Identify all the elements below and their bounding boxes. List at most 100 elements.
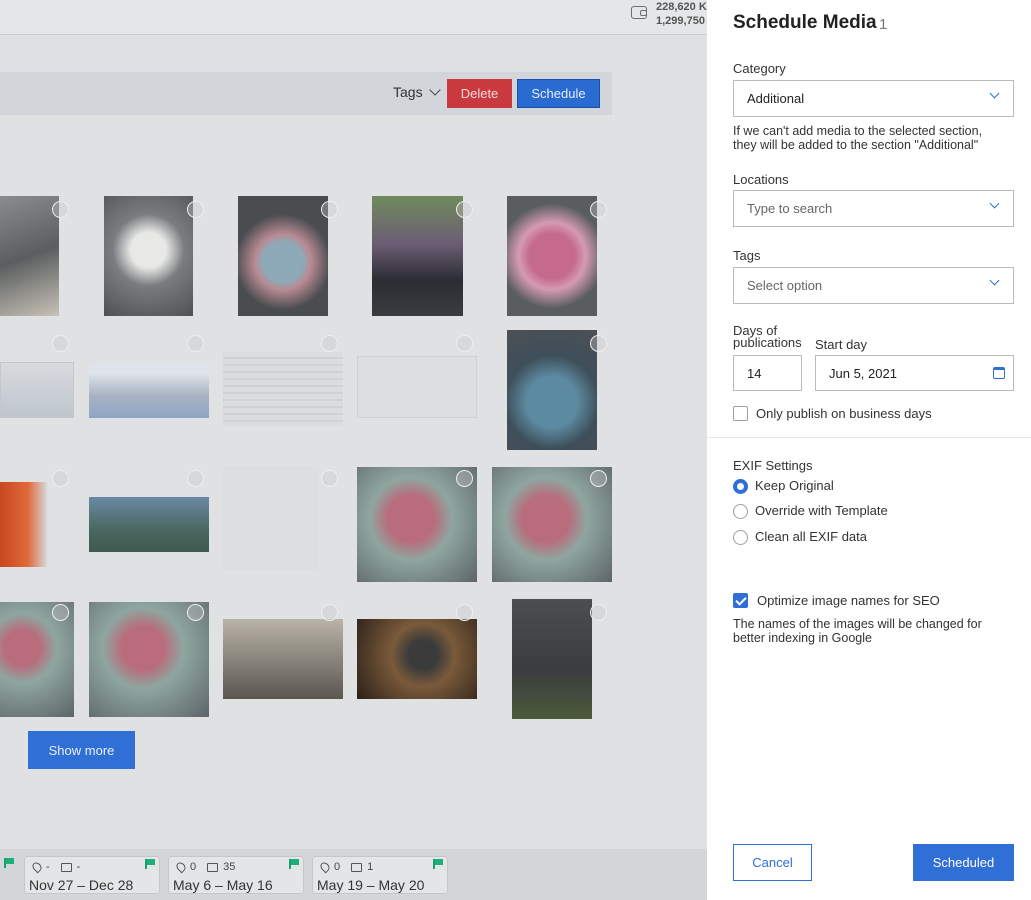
seo-label: Optimize image names for SEO: [757, 593, 940, 608]
image-count: 35: [223, 861, 236, 873]
exif-option-label: Override with Template: [755, 503, 888, 518]
start-day-input[interactable]: Jun 5, 2021: [815, 355, 1014, 391]
seo-checkbox[interactable]: [733, 593, 748, 608]
exif-option-label: Keep Original: [755, 478, 834, 493]
date-range: May 6 – May 16: [173, 877, 273, 893]
timeline-card[interactable]: 0 1 May 19 – May 20: [312, 856, 448, 894]
select-checkbox[interactable]: [321, 201, 338, 218]
tags-label: Tags: [733, 248, 761, 263]
category-help-text: If we can't add media to the selected se…: [733, 124, 983, 152]
location-pin-icon: [30, 860, 44, 874]
date-range: May 19 – May 20: [317, 877, 425, 893]
category-value: Additional: [747, 91, 805, 106]
select-checkbox[interactable]: [187, 604, 204, 621]
delete-button[interactable]: Delete: [447, 79, 512, 108]
select-checkbox[interactable]: [321, 604, 338, 621]
select-checkbox[interactable]: [590, 201, 607, 218]
media-thumbnail[interactable]: [0, 196, 59, 316]
category-label: Category: [733, 61, 786, 76]
media-thumbnail[interactable]: [0, 482, 47, 567]
timeline-card[interactable]: 0 35 May 6 – May 16: [168, 856, 304, 894]
chevron-down-icon: [989, 275, 1000, 286]
select-checkbox[interactable]: [52, 201, 69, 218]
select-checkbox[interactable]: [52, 470, 69, 487]
media-thumbnail[interactable]: [223, 466, 319, 570]
start-day-value: Jun 5, 2021: [829, 365, 897, 381]
media-thumbnail[interactable]: [223, 352, 343, 426]
scheduled-button[interactable]: Scheduled: [913, 844, 1014, 881]
select-checkbox[interactable]: [187, 201, 204, 218]
top-bar: [0, 0, 707, 35]
media-thumbnail[interactable]: [507, 196, 597, 316]
media-thumbnail[interactable]: [357, 619, 477, 699]
locations-label: Locations: [733, 172, 789, 187]
balance-primary: 228,620 K: [656, 1, 707, 13]
flag-icon: [4, 858, 14, 868]
seo-help-text: The names of the images will be changed …: [733, 617, 982, 645]
panel-title: Schedule Media: [733, 12, 877, 33]
select-checkbox[interactable]: [590, 335, 607, 352]
select-checkbox[interactable]: [321, 470, 338, 487]
exif-clean-all-radio[interactable]: [733, 530, 748, 545]
chevron-down-icon: [989, 198, 1000, 209]
business-days-label: Only publish on business days: [756, 406, 932, 421]
image-icon: [207, 862, 219, 872]
media-thumbnail[interactable]: [372, 196, 463, 316]
select-checkbox[interactable]: [590, 604, 607, 621]
business-days-checkbox[interactable]: [733, 406, 748, 421]
wallet-icon: [631, 6, 647, 19]
location-count: 0: [190, 861, 197, 873]
timeline-card[interactable]: - - Nov 27 – Dec 28: [24, 856, 160, 894]
select-checkbox[interactable]: [456, 470, 473, 487]
select-checkbox[interactable]: [456, 335, 473, 352]
locations-search[interactable]: Type to search: [733, 190, 1014, 227]
divider: [707, 437, 1031, 438]
exif-label: EXIF Settings: [733, 458, 813, 473]
media-thumbnail[interactable]: [238, 196, 328, 316]
location-count: -: [46, 861, 50, 873]
calendar-icon[interactable]: [993, 367, 1005, 379]
show-more-button[interactable]: Show more: [28, 731, 135, 769]
media-thumbnail[interactable]: [357, 356, 477, 418]
image-icon: [60, 862, 72, 872]
tags-select[interactable]: Select option: [733, 267, 1014, 304]
chevron-down-icon: [428, 84, 441, 96]
select-checkbox[interactable]: [187, 470, 204, 487]
select-checkbox[interactable]: [187, 335, 204, 352]
select-checkbox[interactable]: [321, 335, 338, 352]
image-count: -: [76, 861, 81, 873]
locations-placeholder: Type to search: [747, 201, 833, 216]
image-count: 1: [367, 861, 374, 873]
select-checkbox[interactable]: [52, 335, 69, 352]
media-thumbnail[interactable]: [512, 599, 592, 719]
date-range: Nov 27 – Dec 28: [29, 877, 134, 893]
media-thumbnail[interactable]: [223, 619, 343, 699]
select-checkbox[interactable]: [52, 604, 69, 621]
flag-icon: [433, 859, 443, 869]
chevron-down-icon: [989, 88, 1000, 99]
tags-placeholder: Select option: [747, 278, 823, 293]
schedule-button[interactable]: Schedule: [517, 79, 600, 108]
days-label: Days of publications: [733, 323, 802, 350]
media-thumbnail[interactable]: [0, 362, 74, 418]
start-day-label: Start day: [815, 337, 868, 352]
media-thumbnail[interactable]: [104, 196, 193, 316]
tags-dropdown[interactable]: Tags: [393, 84, 441, 100]
select-checkbox[interactable]: [590, 470, 607, 487]
exif-override-template-radio[interactable]: [733, 504, 748, 519]
cancel-button[interactable]: Cancel: [733, 844, 812, 881]
select-checkbox[interactable]: [456, 604, 473, 621]
media-thumbnail[interactable]: [89, 497, 209, 552]
location-count: 0: [334, 861, 341, 873]
exif-option-label: Clean all EXIF data: [755, 529, 868, 544]
category-select[interactable]: Additional: [733, 80, 1014, 117]
select-checkbox[interactable]: [456, 201, 473, 218]
days-input[interactable]: 14: [733, 355, 802, 391]
location-pin-icon: [318, 860, 332, 874]
media-thumbnail[interactable]: [89, 362, 209, 418]
exif-keep-original-radio[interactable]: [733, 479, 748, 494]
flag-icon: [145, 859, 155, 869]
balance-secondary: 1,299,750: [656, 15, 705, 27]
media-thumbnail[interactable]: [507, 330, 597, 450]
image-icon: [351, 862, 363, 872]
